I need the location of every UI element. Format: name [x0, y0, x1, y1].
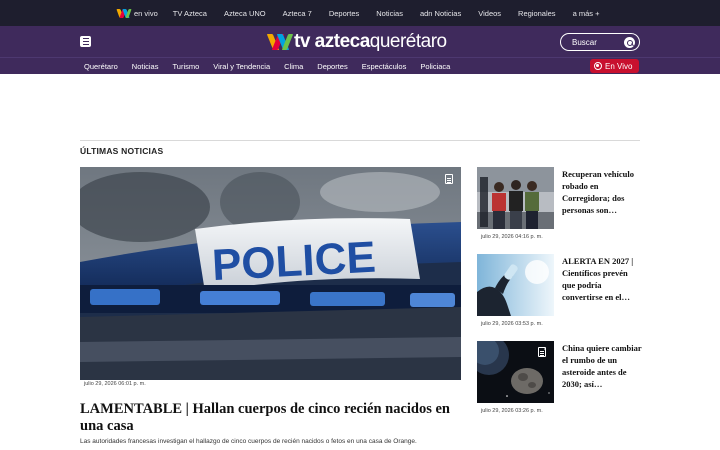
- side-thumb-heat[interactable]: [477, 254, 554, 316]
- secnav-viral[interactable]: Viral y Tendencia: [213, 62, 270, 71]
- side-thumb-asteroid[interactable]: [477, 341, 554, 403]
- topnav-en-vivo[interactable]: en vivo: [116, 8, 158, 18]
- tv-azteca-logo-icon: [116, 8, 132, 18]
- hero-headline[interactable]: LAMENTABLE | Hallan cuerpos de cinco rec…: [80, 401, 470, 435]
- topnav-azteca-uno[interactable]: Azteca UNO: [224, 9, 266, 18]
- topnav-tv-azteca[interactable]: TV Azteca: [173, 9, 207, 18]
- brand-region: querétaro: [369, 31, 447, 52]
- secnav-queretaro[interactable]: Querétaro: [84, 62, 118, 71]
- article-icon: [538, 347, 546, 357]
- topnav-noticias[interactable]: Noticias: [376, 9, 403, 18]
- section-nav: Querétaro Noticias Turismo Viral y Tende…: [0, 57, 720, 74]
- hero-date: julio 29, 2026 06:01 p. m.: [84, 381, 146, 387]
- live-label: En Vivo: [605, 61, 633, 71]
- side-news-date: julio 29, 2026 03:53 p. m.: [481, 321, 543, 327]
- secnav-turismo[interactable]: Turismo: [172, 62, 199, 71]
- police-text: POLICE: [211, 233, 377, 291]
- topnav-adn-noticias[interactable]: adn Noticias: [420, 9, 461, 18]
- hero-image[interactable]: POLICE: [80, 167, 461, 380]
- police-car-image: POLICE: [80, 167, 461, 380]
- side-thumb-arrest[interactable]: [477, 167, 554, 229]
- side-news-date: julio 29, 2026 03:26 p. m.: [481, 408, 543, 414]
- secnav-deportes[interactable]: Deportes: [317, 62, 347, 71]
- live-record-icon: [594, 62, 602, 70]
- side-news-title[interactable]: Recuperan vehículo robado en Corregidora…: [562, 168, 642, 216]
- side-news-date: julio 29, 2026 04:16 p. m.: [481, 234, 543, 240]
- section-title: ÚLTIMAS NOTICIAS: [80, 146, 164, 156]
- brand-name: tv azteca: [294, 31, 370, 52]
- secnav-noticias[interactable]: Noticias: [132, 62, 159, 71]
- topnav-azteca-7[interactable]: Azteca 7: [283, 9, 312, 18]
- topnav-videos[interactable]: Videos: [478, 9, 501, 18]
- side-news-title[interactable]: China quiere cambiar el rumbo de un aste…: [562, 342, 642, 390]
- main-header: tv azteca querétaro: [0, 26, 720, 57]
- live-button[interactable]: En Vivo: [590, 59, 639, 73]
- section-divider: [80, 140, 640, 141]
- topnav-mas[interactable]: a más +: [573, 9, 600, 18]
- ad-space: [0, 74, 720, 140]
- topnav-deportes[interactable]: Deportes: [329, 9, 359, 18]
- tv-azteca-mark-icon: [266, 34, 294, 50]
- side-news-title[interactable]: ALERTA EN 2027 | Científicos prevén que …: [562, 255, 642, 303]
- secnav-espectaculos[interactable]: Espectáculos: [362, 62, 407, 71]
- menu-icon[interactable]: [80, 36, 91, 47]
- search-input[interactable]: [572, 37, 622, 47]
- secnav-policiaca[interactable]: Policiaca: [420, 62, 450, 71]
- search-icon[interactable]: [624, 37, 635, 48]
- brand-logo[interactable]: tv azteca querétaro: [266, 30, 447, 54]
- topnav-regionales[interactable]: Regionales: [518, 9, 556, 18]
- search-box[interactable]: [560, 33, 640, 51]
- secnav-clima[interactable]: Clima: [284, 62, 303, 71]
- article-icon: [445, 174, 453, 184]
- top-nav: en vivo TV Azteca Azteca UNO Azteca 7 De…: [0, 0, 720, 26]
- hero-description: Las autoridades francesas investigan el …: [80, 438, 417, 445]
- topnav-label: en vivo: [134, 8, 158, 18]
